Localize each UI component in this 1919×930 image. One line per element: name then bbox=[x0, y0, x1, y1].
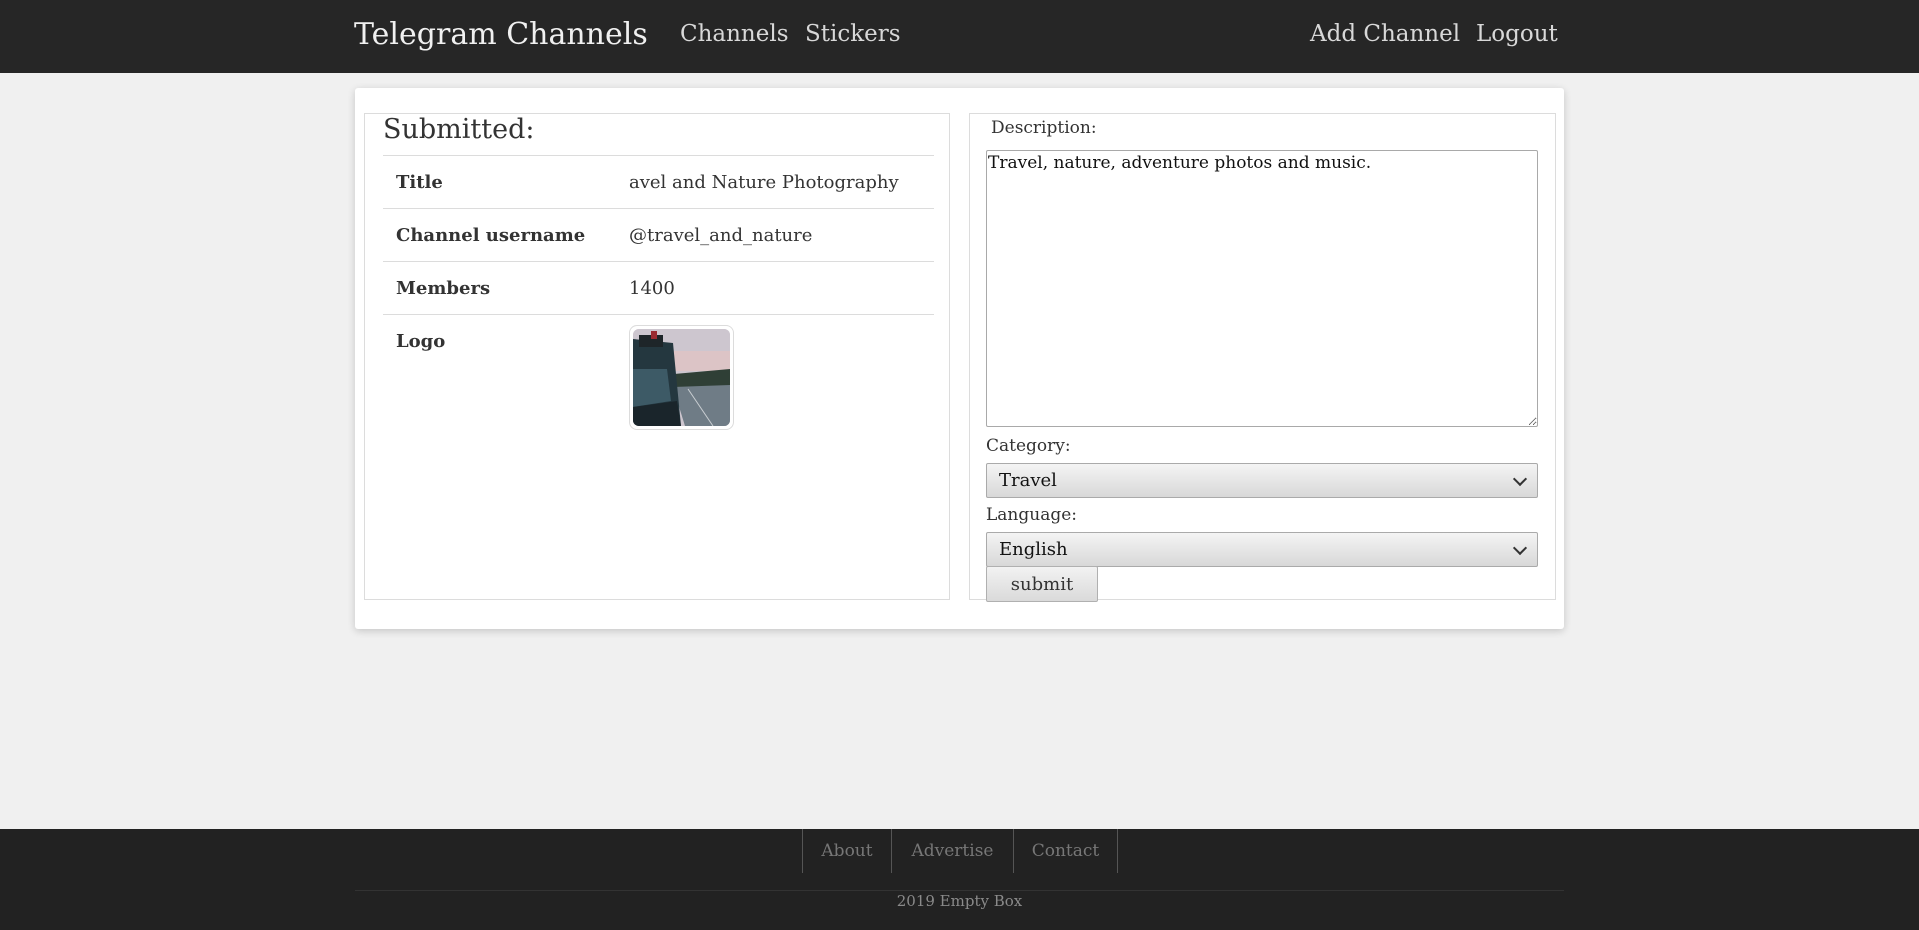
nav-link-add-channel[interactable]: Add Channel bbox=[1310, 21, 1460, 47]
chevron-down-icon bbox=[1512, 471, 1528, 487]
table-row: Title avel and Nature Photography bbox=[383, 155, 934, 209]
copyright-text: 2019 Empty Box bbox=[896, 892, 1023, 910]
footer-link-advertise[interactable]: Advertise bbox=[891, 829, 1013, 873]
category-label: Category: bbox=[986, 436, 1071, 456]
description-textarea[interactable]: Travel, nature, adventure photos and mus… bbox=[986, 150, 1538, 427]
description-label: Description: bbox=[991, 118, 1097, 138]
nav-link-channels[interactable]: Channels bbox=[680, 21, 789, 47]
table-row: Members 1400 bbox=[383, 261, 934, 315]
brand-link[interactable]: Telegram Channels bbox=[354, 17, 648, 52]
submit-button[interactable]: submit bbox=[986, 566, 1098, 602]
submitted-panel: Submitted: Title avel and Nature Photogr… bbox=[364, 113, 950, 600]
table-row: Logo bbox=[383, 314, 934, 449]
row-key-members: Members bbox=[383, 261, 616, 315]
row-value-title: avel and Nature Photography bbox=[616, 155, 934, 209]
logo-photo-icon bbox=[633, 329, 730, 426]
category-selected-value: Travel bbox=[999, 470, 1057, 491]
language-selected-value: English bbox=[999, 539, 1068, 560]
submitted-details-table: Title avel and Nature Photography Channe… bbox=[383, 155, 934, 449]
category-select[interactable]: Travel bbox=[986, 463, 1538, 498]
row-key-title: Title bbox=[383, 155, 616, 209]
logo-thumbnail bbox=[629, 325, 734, 430]
footer-divider bbox=[355, 890, 1564, 891]
edit-form-panel: Description: Travel, nature, adventure p… bbox=[969, 113, 1556, 602]
row-value-username: @travel_and_nature bbox=[616, 208, 934, 262]
row-value-members: 1400 bbox=[616, 261, 934, 315]
main-card: Submitted: Title avel and Nature Photogr… bbox=[355, 88, 1564, 629]
table-row: Channel username @travel_and_nature bbox=[383, 208, 934, 262]
footer-link-contact[interactable]: Contact bbox=[1013, 829, 1118, 873]
row-value-logo bbox=[616, 314, 934, 449]
footer: About Advertise Contact 2019 Empty Box bbox=[0, 829, 1919, 930]
footer-link-about[interactable]: About bbox=[802, 829, 891, 873]
language-label: Language: bbox=[986, 505, 1078, 525]
row-key-username: Channel username bbox=[383, 208, 616, 262]
nav-link-logout[interactable]: Logout bbox=[1476, 21, 1558, 47]
submitted-heading: Submitted: bbox=[383, 114, 535, 145]
chevron-down-icon bbox=[1512, 540, 1528, 556]
language-select[interactable]: English bbox=[986, 532, 1538, 567]
channel-logo-image bbox=[633, 329, 730, 426]
top-navbar: Telegram Channels Channels Stickers Add … bbox=[0, 0, 1919, 73]
row-key-logo: Logo bbox=[383, 314, 616, 449]
nav-link-stickers[interactable]: Stickers bbox=[805, 21, 901, 47]
